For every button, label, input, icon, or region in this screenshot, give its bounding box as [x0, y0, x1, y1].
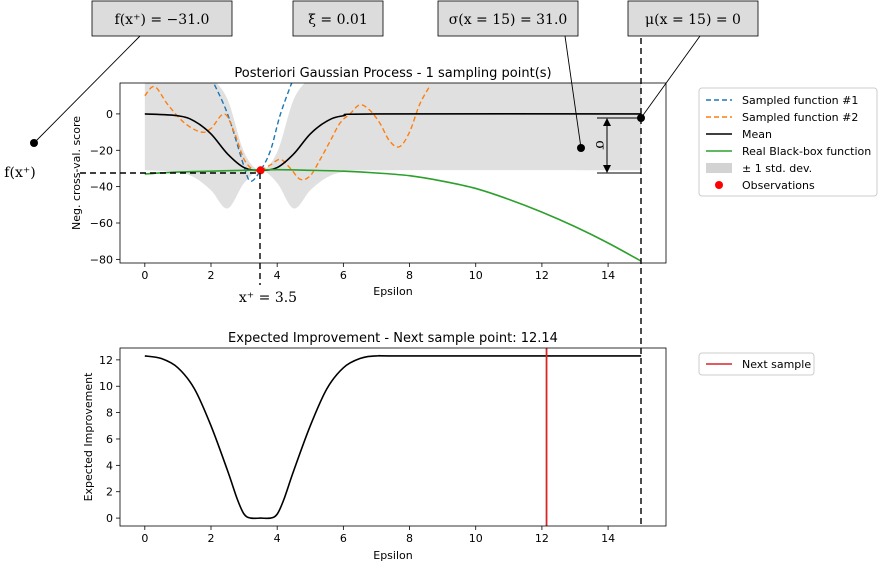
- legend-gp-1-std-dev-swatch: [706, 163, 732, 173]
- ei-plot-frame: [119, 347, 667, 527]
- legend-gp-observations-label: Observations: [742, 179, 815, 192]
- gp-plot-title: Posteriori Gaussian Process - 1 sampling…: [234, 66, 551, 81]
- ei-x-tick-label: 6: [340, 532, 347, 545]
- gp-x-tick-label: 14: [601, 269, 615, 282]
- gp-y-tick-label: −60: [90, 217, 113, 230]
- ei-x-axis-label: Epsilon: [373, 549, 413, 562]
- legend-gp-sampled-function-2-label: Sampled function #2: [742, 111, 858, 124]
- gp-x-axis-label: Epsilon: [373, 285, 413, 298]
- ei-x-tick-label: 0: [141, 532, 148, 545]
- legend-gp-observations-swatch: [715, 181, 723, 189]
- ei-y-tick-label: 12: [99, 354, 113, 367]
- legend-gp-sampled-function-1-label: Sampled function #1: [742, 94, 858, 107]
- ei-y-tick-label: 4: [106, 459, 113, 472]
- ei-x-tick-label: 4: [274, 532, 281, 545]
- legend-ei-next-sample-label: Next sample: [742, 358, 811, 371]
- ei-plot-title: Expected Improvement - Next sample point…: [228, 331, 558, 346]
- gp-x-tick-label: 2: [208, 269, 215, 282]
- ei-y-tick-label: 10: [99, 380, 113, 393]
- gp-x-tick-label: 6: [340, 269, 347, 282]
- ei-x-tick-label: 2: [208, 532, 215, 545]
- gp-x-tick-label: 0: [141, 269, 148, 282]
- figure: 0 2 4 6 8 10 12 14 0 −20 −40 −60 −80 Posteriori Gaus…: [4, 0, 878, 562]
- sigma-arrow-label: σ: [592, 140, 608, 150]
- connector-dot-f-xplus: [30, 139, 38, 147]
- legend-ei: Next sample: [698, 352, 815, 376]
- ei-x-tick-label: 14: [601, 532, 615, 545]
- gp-x-tick-label: 4: [274, 269, 281, 282]
- connector-dot-sigma: [577, 144, 585, 152]
- plot-gp-posterior: 0 2 4 6 8 10 12 14 0 −20 −40 −60 −80 Posteriori Gaus…: [70, 66, 667, 298]
- annotation-f-xplus-text: f(x⁺) = −31.0: [115, 12, 210, 28]
- ei-axis-ticks: 0 2 4 6 8 10 12 14 0 2 4 6 8 10 12: [99, 354, 615, 545]
- gp-y-tick-label: 0: [106, 108, 113, 121]
- xplus-value-label: x⁺ = 3.5: [239, 290, 297, 306]
- legend-gp: Sampled function #1 Sampled function #2 Me…: [698, 87, 878, 197]
- ei-x-tick-label: 8: [406, 532, 413, 545]
- ei-y-tick-label: 6: [106, 433, 113, 446]
- gp-y-tick-label: −80: [90, 253, 113, 266]
- gp-x-tick-label: 10: [469, 269, 483, 282]
- legend-gp-mean-label: Mean: [742, 128, 772, 141]
- gp-plot-area: [144, 83, 642, 262]
- ei-y-tick-label: 0: [106, 512, 113, 525]
- series-expected-improvement: [144, 354, 642, 520]
- annotation-xi-text: ξ = 0.01: [308, 12, 368, 28]
- ei-y-tick-label: 8: [106, 407, 113, 420]
- gp-x-tick-label: 12: [535, 269, 549, 282]
- connector-mu: [640, 35, 701, 119]
- ei-x-tick-label: 12: [535, 532, 549, 545]
- gp-x-tick-label: 8: [406, 269, 413, 282]
- legend-gp-real-black-box-function-label: Real Black-box function: [742, 145, 871, 158]
- left-f-xplus-label: f(x⁺): [4, 165, 35, 181]
- gp-y-tick-label: −40: [90, 181, 113, 194]
- ei-y-axis-label: Expected Improvement: [82, 372, 95, 502]
- ei-plot-area: [144, 348, 642, 526]
- annotation-sigma-text: σ(x = 15) = 31.0: [449, 12, 568, 28]
- ei-y-tick-label: 2: [106, 486, 113, 499]
- connector-f-xplus: [33, 35, 141, 144]
- annotation-mu-text: μ(x = 15) = 0: [645, 12, 741, 28]
- legend-gp-1-std-dev-label: ± 1 std. dev.: [742, 162, 812, 175]
- plot-expected-improvement: 0 2 4 6 8 10 12 14 0 2 4 6 8 10 12 Expected Improvemen…: [82, 331, 667, 562]
- ei-x-tick-label: 10: [469, 532, 483, 545]
- gp-y-tick-label: −20: [90, 144, 113, 157]
